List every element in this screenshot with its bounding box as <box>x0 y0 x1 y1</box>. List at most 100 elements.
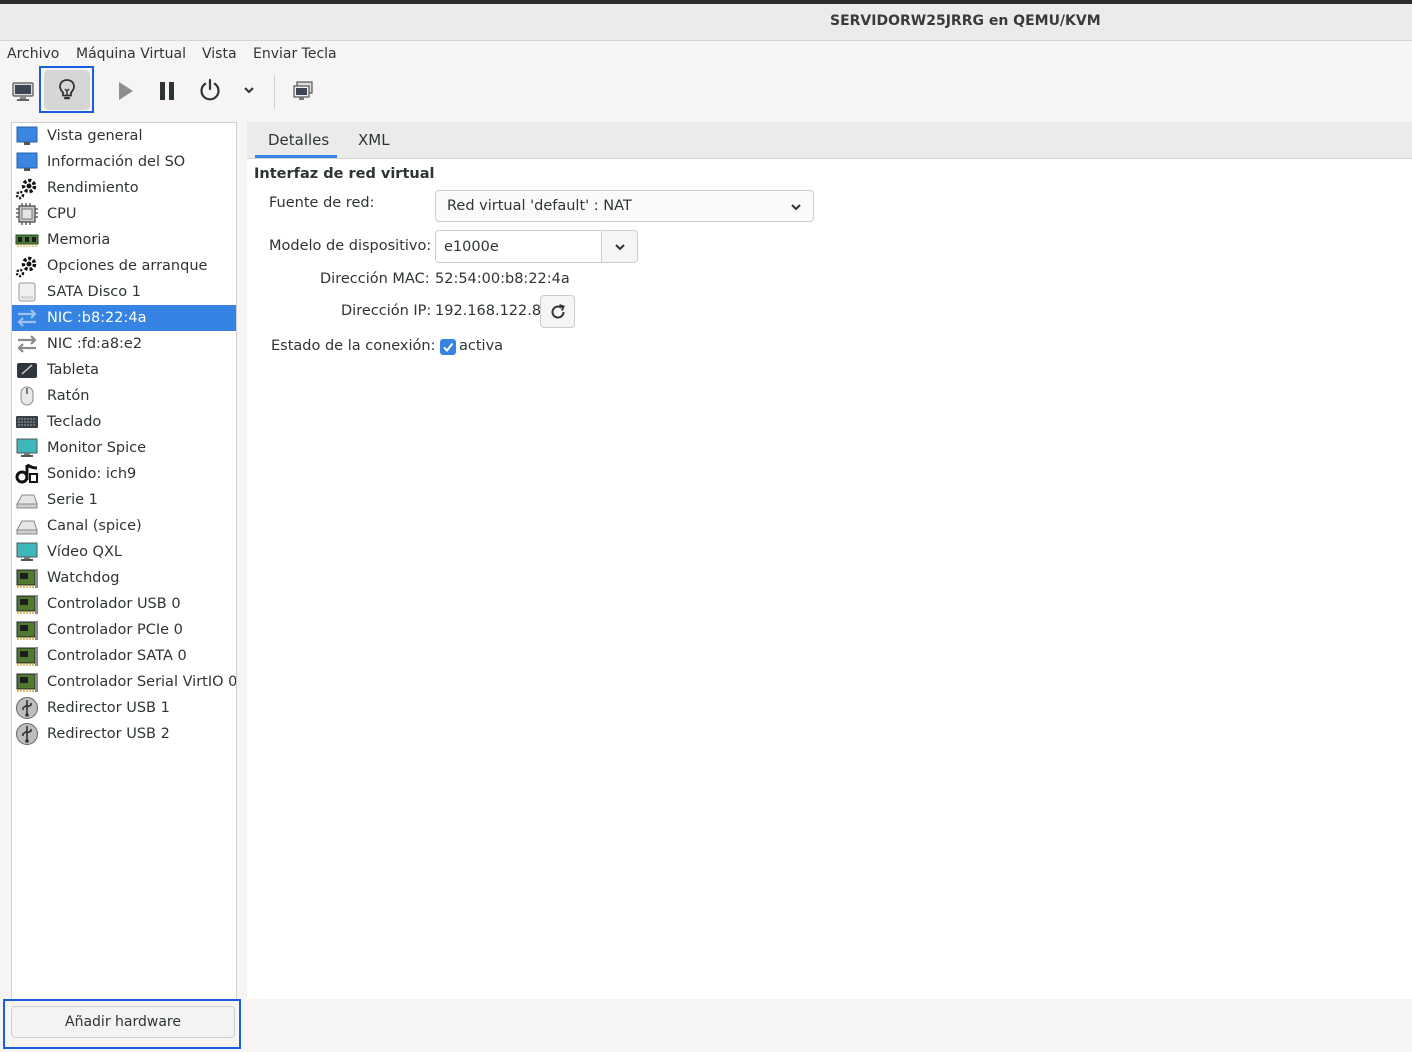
link-state-value: activa <box>459 338 504 354</box>
sidebar-item-video-qxl[interactable]: Vídeo QXL <box>12 539 236 565</box>
menu-vista[interactable]: Vista <box>202 46 237 62</box>
sidebar-item-serie-1[interactable]: Serie 1 <box>12 487 236 513</box>
sidebar-item-label: Controlador USB 0 <box>47 596 181 612</box>
sidebar-item-sonido-ich9[interactable]: Sonido: ich9 <box>12 461 236 487</box>
sidebar-item-label: Controlador Serial VirtIO 0 <box>47 674 237 690</box>
run-button[interactable] <box>111 77 139 105</box>
network-source-label: Fuente de red: <box>269 195 375 211</box>
bottom-button-area <box>247 999 1412 1052</box>
sidebar-item-label: Watchdog <box>47 570 120 586</box>
sidebar-item-nic-fd-a8-e2[interactable]: NIC :fd:a8:e2 <box>12 331 236 357</box>
chevron-down-icon <box>614 243 625 250</box>
window-title: SERVIDORW25JRRG en QEMU/KVM <box>830 13 1101 29</box>
serial-port-icon <box>15 514 39 538</box>
sidebar-item-label: Ratón <box>47 388 90 404</box>
snapshots-button[interactable] <box>289 77 317 105</box>
mouse-icon <box>15 384 39 408</box>
monitor-icon <box>12 82 34 101</box>
sidebar-item-controlador-usb-0[interactable]: Controlador USB 0 <box>12 591 236 617</box>
cpu-chip-icon <box>15 202 39 226</box>
sidebar-item-controlador-pcie-0[interactable]: Controlador PCIe 0 <box>12 617 236 643</box>
pause-button[interactable] <box>153 77 181 105</box>
sidebar-item-redirector-usb-2[interactable]: Redirector USB 2 <box>12 721 236 747</box>
sidebar-item-label: Tableta <box>47 362 100 378</box>
sidebar-item-canal-spice[interactable]: Canal (spice) <box>12 513 236 539</box>
power-icon <box>200 78 220 101</box>
sidebar-item-rendimiento[interactable]: Rendimiento <box>12 175 236 201</box>
sidebar-item-label: NIC :fd:a8:e2 <box>47 336 143 352</box>
title-bar: SERVIDORW25JRRG en QEMU/KVM <box>0 4 1412 41</box>
chevron-down-icon <box>791 204 801 211</box>
sidebar-item-raton[interactable]: Ratón <box>12 383 236 409</box>
sidebar-item-tableta[interactable]: Tableta <box>12 357 236 383</box>
sidebar-item-teclado[interactable]: Teclado <box>12 409 236 435</box>
disk-icon <box>15 280 39 304</box>
serial-port-icon <box>15 488 39 512</box>
sidebar-item-nic-b8-22-4a[interactable]: NIC :b8:22:4a <box>12 305 236 331</box>
hardware-list: Vista general Información del SO Rendimi… <box>11 122 237 1000</box>
menu-bar: Archivo Máquina Virtual Vista Enviar Tec… <box>0 41 1412 67</box>
device-model-input[interactable] <box>436 231 602 262</box>
monitor-blue-icon <box>15 124 39 148</box>
sidebar-item-label: Sonido: ich9 <box>47 466 137 482</box>
sidebar-item-label: Controlador PCIe 0 <box>47 622 183 638</box>
shutdown-button[interactable] <box>196 76 224 104</box>
network-arrows-icon <box>15 306 39 330</box>
menu-archivo[interactable]: Archivo <box>7 46 59 62</box>
shutdown-menu-button[interactable] <box>238 79 260 101</box>
sidebar-item-vista-general[interactable]: Vista general <box>12 123 236 149</box>
sidebar-item-label: Memoria <box>47 232 111 248</box>
pci-card-icon <box>15 566 39 590</box>
device-model-dropdown-button[interactable] <box>601 231 637 262</box>
sound-card-icon <box>15 462 39 486</box>
tab-detalles[interactable]: Detalles <box>268 131 329 149</box>
sidebar-item-redirector-usb-1[interactable]: Redirector USB 1 <box>12 695 236 721</box>
sidebar-item-label: CPU <box>47 206 77 222</box>
memory-module-icon <box>15 228 39 252</box>
pci-card-icon <box>15 592 39 616</box>
display-icon <box>15 540 39 564</box>
device-model-label: Modelo de dispositivo: <box>269 238 432 254</box>
gears-icon <box>15 176 39 200</box>
ip-address-label: Dirección IP: <box>341 303 432 319</box>
menu-maquina-virtual[interactable]: Máquina Virtual <box>76 46 186 62</box>
chevron-down-icon <box>244 87 254 94</box>
sidebar-item-label: Rendimiento <box>47 180 139 196</box>
sidebar-item-controlador-serial-virtio-0[interactable]: Controlador Serial VirtIO 0 <box>12 669 236 695</box>
refresh-ip-button[interactable] <box>540 295 575 328</box>
network-source-dropdown[interactable]: Red virtual 'default' : NAT <box>435 190 814 222</box>
network-arrows-icon <box>15 332 39 356</box>
tablet-icon <box>15 358 39 382</box>
usb-icon <box>15 722 39 746</box>
sidebar-item-memoria[interactable]: Memoria <box>12 227 236 253</box>
sidebar-item-label: Redirector USB 2 <box>47 726 170 742</box>
console-button[interactable] <box>9 77 37 105</box>
refresh-icon <box>551 303 565 318</box>
gears-icon <box>15 254 39 278</box>
device-model-combo <box>435 230 638 263</box>
details-panel: Detalles XML Interfaz de red virtual Fue… <box>247 122 1412 999</box>
sidebar-item-label: Teclado <box>47 414 102 430</box>
sidebar-item-cpu[interactable]: CPU <box>12 201 236 227</box>
monitor-blue-icon <box>15 150 39 174</box>
sidebar-item-monitor-spice[interactable]: Monitor Spice <box>12 435 236 461</box>
add-hardware-focus-highlight <box>3 999 241 1049</box>
sidebar-item-watchdog[interactable]: Watchdog <box>12 565 236 591</box>
sidebar-item-label: Redirector USB 1 <box>47 700 170 716</box>
section-title: Interfaz de red virtual <box>254 166 435 182</box>
active-tab-indicator <box>255 155 337 158</box>
checkmark-icon <box>443 342 454 353</box>
usb-icon <box>15 696 39 720</box>
sidebar-item-label: NIC :b8:22:4a <box>47 310 147 326</box>
sidebar-item-opciones-de-arranque[interactable]: Opciones de arranque <box>12 253 236 279</box>
menu-enviar-tecla[interactable]: Enviar Tecla <box>253 46 337 62</box>
details-focus-highlight <box>39 66 94 113</box>
tab-xml[interactable]: XML <box>358 131 390 149</box>
play-icon <box>119 82 133 100</box>
sidebar-item-sata-disco-1[interactable]: SATA Disco 1 <box>12 279 236 305</box>
link-state-checkbox[interactable] <box>440 339 456 355</box>
sidebar-item-controlador-sata-0[interactable]: Controlador SATA 0 <box>12 643 236 669</box>
sidebar-item-informacion-del-so[interactable]: Información del SO <box>12 149 236 175</box>
sidebar-item-label: Monitor Spice <box>47 440 147 456</box>
sidebar-item-label: Vista general <box>47 128 143 144</box>
